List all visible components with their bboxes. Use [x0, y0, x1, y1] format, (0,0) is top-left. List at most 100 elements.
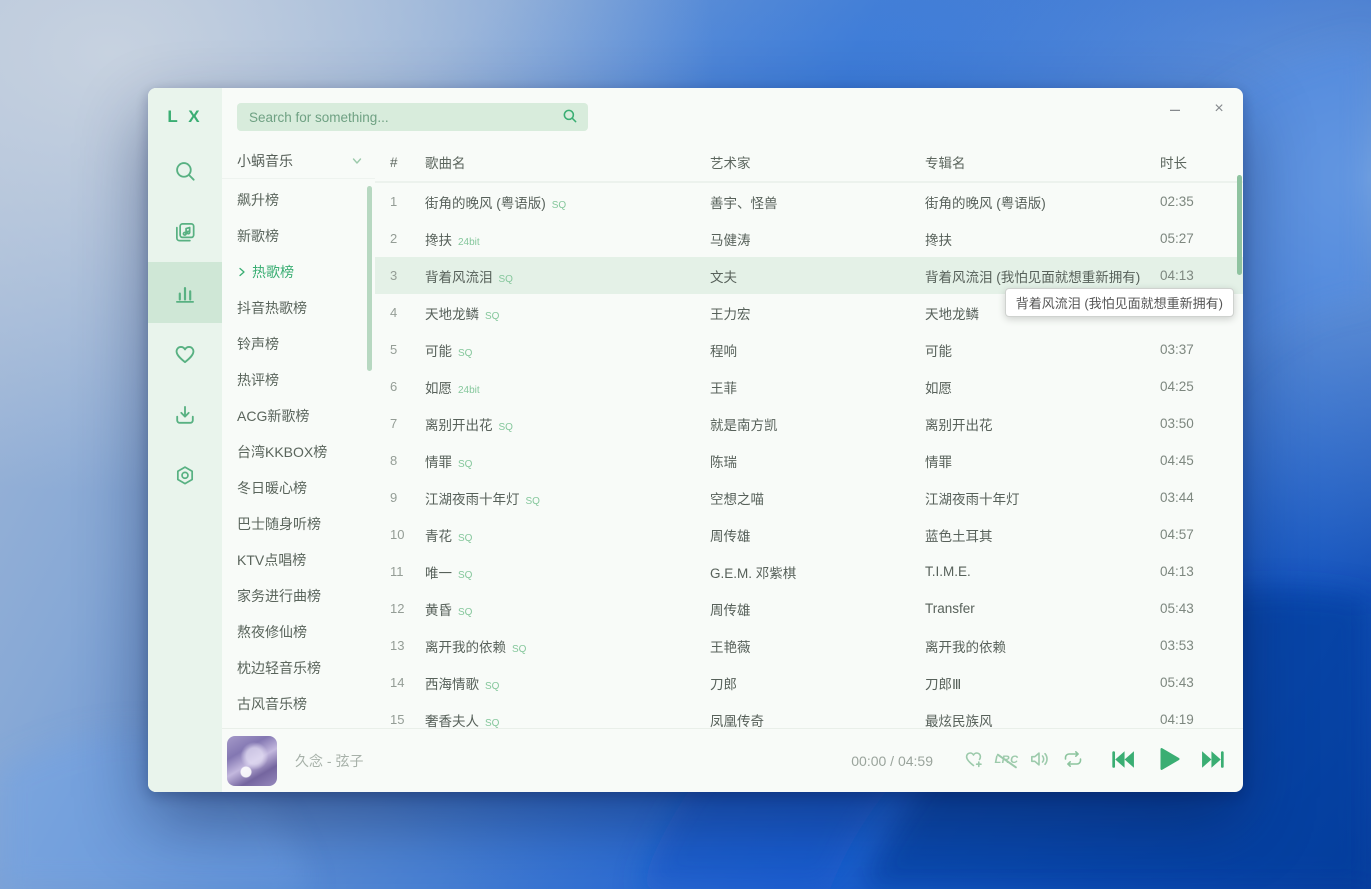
board-list-item[interactable]: 新歌榜: [222, 218, 375, 254]
minimize-button[interactable]: –: [1159, 95, 1191, 123]
song-row[interactable]: 15 奢香夫人 SQ 凤凰传奇 最炫民族风 04:19: [375, 701, 1243, 728]
minimize-icon: –: [1169, 98, 1180, 119]
song-row[interactable]: 7 离别开出花 SQ 就是南方凯 离别开出花 03:50: [375, 405, 1243, 442]
header-num: #: [390, 154, 398, 170]
song-index: 3: [390, 268, 398, 283]
settings-gear-icon: [172, 463, 198, 489]
board-list-item-label: 新歌榜: [237, 228, 279, 244]
board-list-item[interactable]: 枕边轻音乐榜: [222, 650, 375, 686]
song-duration: 04:13: [1160, 268, 1194, 283]
repeat-mode-button[interactable]: [1058, 746, 1087, 776]
song-album: 街角的晚风 (粤语版): [925, 195, 1046, 211]
song-name: 唯一: [425, 565, 452, 581]
board-list-item[interactable]: KTV点唱榜: [222, 542, 375, 578]
song-artist: 周传雄: [710, 528, 751, 544]
desktop-lyrics-button[interactable]: LRC: [992, 746, 1021, 776]
nav-leaderboard-button[interactable]: [148, 262, 222, 323]
song-table: # 歌曲名 艺术家 专辑名 时长 1 街角的晚风 (粤语版) SQ 善宇、怪兽 …: [375, 143, 1243, 728]
search-icon: [172, 158, 198, 184]
song-row[interactable]: 8 情罪 SQ 陈瑞 情罪 04:45: [375, 442, 1243, 479]
song-name-cell: 可能 SQ: [425, 340, 710, 360]
nav-search-button[interactable]: [148, 140, 222, 201]
add-to-favorites-button[interactable]: [959, 746, 988, 776]
board-list-item[interactable]: 抖音热歌榜: [222, 290, 375, 326]
search-submit-button[interactable]: [552, 103, 588, 131]
song-name-cell: 背着风流泪 SQ: [425, 266, 710, 286]
board-list: 飙升榜 新歌榜 热歌榜 抖音热歌榜 铃声榜 热评榜 ACG新歌榜 台湾KKBOX…: [222, 182, 375, 728]
song-name: 青花: [425, 528, 452, 544]
song-name-cell: 街角的晚风 (粤语版) SQ: [425, 192, 710, 212]
audio-quality-badge: SQ: [458, 347, 473, 359]
previous-track-button[interactable]: [1109, 746, 1136, 776]
song-index: 6: [390, 379, 398, 394]
chevron-down-icon: [351, 155, 363, 167]
audio-quality-badge: SQ: [498, 421, 513, 433]
song-index: 11: [390, 564, 404, 579]
nav-favorites-button[interactable]: [148, 323, 222, 384]
song-artist: 王力宏: [710, 306, 751, 322]
now-playing-album-art[interactable]: [227, 735, 277, 786]
board-list-item-label: ACG新歌榜: [237, 408, 310, 424]
song-name: 奢香夫人: [425, 713, 479, 729]
music-source-select[interactable]: 小蜗音乐: [222, 143, 375, 179]
leaderboard-chart-icon: [172, 280, 198, 306]
nav-songlist-button[interactable]: [148, 201, 222, 262]
nav-rail-icons: [148, 140, 222, 506]
heart-icon: [172, 341, 198, 367]
song-artist: 周传雄: [710, 602, 751, 618]
main-area: – × 小蜗音乐 飙升榜: [222, 88, 1243, 792]
board-list-item[interactable]: 古风音乐榜: [222, 686, 375, 722]
song-row[interactable]: 1 街角的晚风 (粤语版) SQ 善宇、怪兽 街角的晚风 (粤语版) 02:35: [375, 183, 1243, 220]
board-list-item-label: 枕边轻音乐榜: [237, 660, 321, 676]
audio-quality-badge: SQ: [458, 458, 473, 470]
song-row[interactable]: 11 唯一 SQ G.E.M. 邓紫棋 T.I.M.E. 04:13: [375, 553, 1243, 590]
board-list-item[interactable]: 飙升榜: [222, 182, 375, 218]
nav-settings-button[interactable]: [148, 445, 222, 506]
board-panel: 小蜗音乐 飙升榜 新歌榜 热歌榜 抖音热歌榜 铃声榜 热评榜 ACG新歌榜 台湾…: [222, 143, 375, 728]
volume-button[interactable]: [1025, 746, 1054, 776]
song-name-cell: 离别开出花 SQ: [425, 414, 710, 434]
song-index: 2: [390, 231, 398, 246]
song-row[interactable]: 6 如愿 24bit 王菲 如愿 04:25: [375, 368, 1243, 405]
play-icon: [1153, 744, 1183, 777]
search-input[interactable]: [237, 109, 552, 125]
song-row[interactable]: 10 青花 SQ 周传雄 蓝色土耳其 04:57: [375, 516, 1243, 553]
board-list-item[interactable]: ACG新歌榜: [222, 398, 375, 434]
song-row[interactable]: 14 西海情歌 SQ 刀郎 刀郎Ⅲ 05:43: [375, 664, 1243, 701]
song-artist: 刀郎: [710, 676, 737, 692]
board-list-item[interactable]: 冬日暖心榜: [222, 470, 375, 506]
board-list-item[interactable]: 铃声榜: [222, 326, 375, 362]
song-album: 蓝色土耳其: [925, 528, 993, 544]
board-list-item[interactable]: 熬夜修仙榜: [222, 614, 375, 650]
song-row[interactable]: 5 可能 SQ 程响 可能 03:37: [375, 331, 1243, 368]
play-button[interactable]: [1153, 744, 1183, 777]
song-row[interactable]: 2 搀扶 24bit 马健涛 搀扶 05:27: [375, 220, 1243, 257]
song-duration: 04:19: [1160, 712, 1194, 727]
nav-download-button[interactable]: [148, 384, 222, 445]
music-source-label: 小蜗音乐: [237, 152, 293, 169]
app-logo: L X: [167, 107, 203, 126]
song-row[interactable]: 13 离开我的依赖 SQ 王艳薇 离开我的依赖 03:53: [375, 627, 1243, 664]
board-list-item[interactable]: 家务进行曲榜: [222, 578, 375, 614]
song-name: 背着风流泪: [425, 269, 493, 285]
song-row[interactable]: 9 江湖夜雨十年灯 SQ 空想之喵 江湖夜雨十年灯 03:44: [375, 479, 1243, 516]
song-duration: 03:44: [1160, 490, 1194, 505]
song-name: 西海情歌: [425, 676, 479, 692]
repeat-loop-icon: [1061, 747, 1085, 774]
download-icon: [172, 402, 198, 428]
board-list-item[interactable]: 热歌榜: [222, 254, 375, 290]
song-table-scrollbar[interactable]: [1237, 175, 1242, 275]
board-list-scrollbar[interactable]: [367, 186, 372, 371]
board-list-item[interactable]: 巴士随身听榜: [222, 506, 375, 542]
song-name: 离开我的依赖: [425, 639, 506, 655]
song-name: 搀扶: [425, 232, 452, 248]
song-name: 黄昏: [425, 602, 452, 618]
song-album: 情罪: [925, 454, 952, 470]
close-button[interactable]: ×: [1203, 95, 1235, 123]
board-list-item[interactable]: 热评榜: [222, 362, 375, 398]
audio-quality-badge: SQ: [485, 717, 500, 729]
board-list-item[interactable]: 台湾KKBOX榜: [222, 434, 375, 470]
song-row[interactable]: 12 黄昏 SQ 周传雄 Transfer 05:43: [375, 590, 1243, 627]
next-track-button[interactable]: [1200, 746, 1227, 776]
search-icon: [561, 107, 579, 128]
